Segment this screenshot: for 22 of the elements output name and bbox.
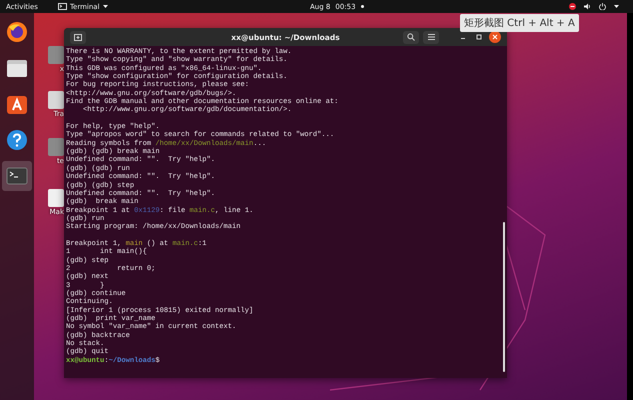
do-not-disturb-icon[interactable] — [569, 3, 576, 10]
caret-icon — [102, 5, 108, 8]
power-icon[interactable] — [599, 3, 606, 10]
volume-icon[interactable] — [584, 3, 591, 10]
search-button[interactable] — [403, 30, 419, 44]
maximize-icon — [476, 34, 482, 40]
terminal-icon — [58, 3, 67, 10]
caret-icon[interactable] — [614, 5, 619, 8]
plus-icon — [74, 34, 82, 40]
new-tab-button[interactable] — [70, 30, 86, 44]
terminal-icon — [6, 167, 28, 185]
store-icon — [6, 93, 28, 115]
notification-dot — [360, 5, 364, 8]
help-icon — [6, 129, 28, 151]
close-button[interactable] — [489, 31, 501, 43]
browser-icon — [6, 21, 28, 43]
menu-button[interactable] — [423, 30, 439, 44]
menu-icon — [428, 34, 434, 40]
close-icon — [492, 34, 498, 40]
search-icon — [407, 33, 415, 41]
tooltip: 矩形截图 Ctrl + Alt + A — [460, 14, 579, 32]
scrollbar[interactable] — [503, 222, 505, 372]
